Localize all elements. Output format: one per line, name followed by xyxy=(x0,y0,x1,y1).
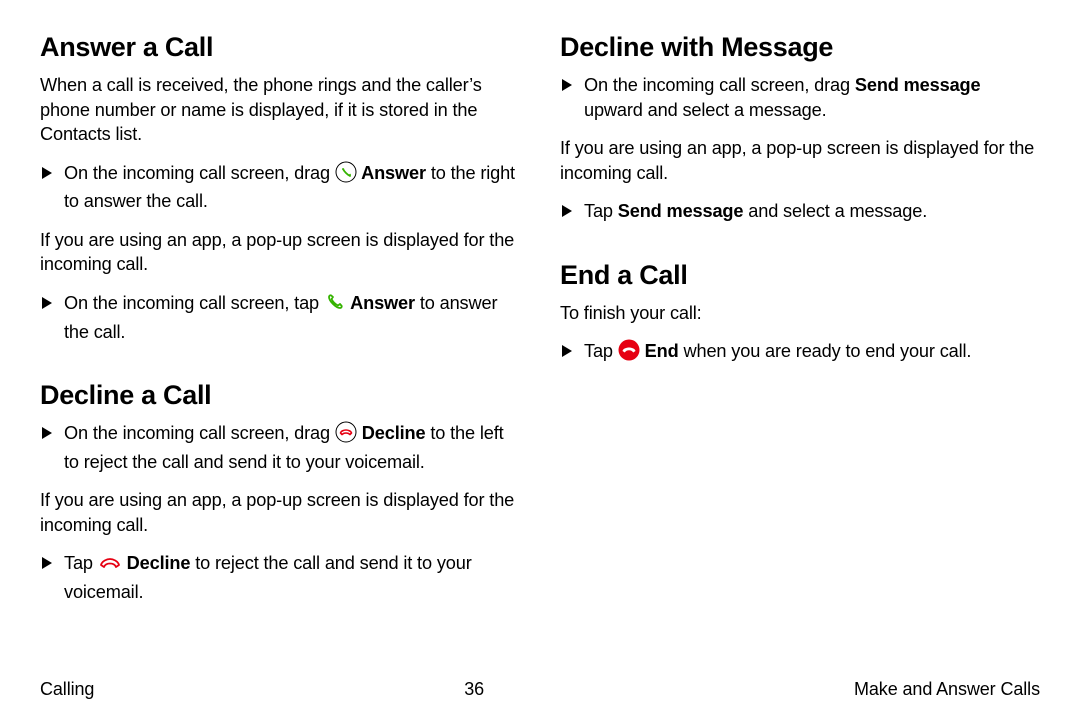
para-popup-note: If you are using an app, a pop-up screen… xyxy=(560,136,1040,185)
text-fragment: On the incoming call screen, drag xyxy=(584,75,855,95)
step-text: Tap Send message and select a message. xyxy=(584,199,927,224)
left-column: Answer a Call When a call is received, t… xyxy=(40,32,520,673)
decline-circle-icon xyxy=(335,421,357,450)
triangle-marker-icon xyxy=(42,557,52,569)
bold-send-message: Send message xyxy=(855,75,981,95)
step-text: On the incoming call screen, tap Answer … xyxy=(64,291,520,344)
bold-decline: Decline xyxy=(122,553,191,573)
step-text: On the incoming call screen, drag Declin… xyxy=(64,421,520,474)
bold-send-message: Send message xyxy=(618,201,744,221)
bold-end: End xyxy=(640,341,679,361)
text-fragment: On the incoming call screen, tap xyxy=(64,293,324,313)
text-fragment: when you are ready to end your call. xyxy=(679,341,972,361)
text-fragment: On the incoming call screen, drag xyxy=(64,163,335,183)
step-text: Tap Decline to reject the call and send … xyxy=(64,551,520,604)
triangle-marker-icon xyxy=(562,79,572,91)
triangle-marker-icon xyxy=(562,205,572,217)
step-text: On the incoming call screen, drag Send m… xyxy=(584,73,1040,122)
text-fragment: and select a message. xyxy=(743,201,927,221)
step-text: Tap End when you are ready to end your c… xyxy=(584,339,971,368)
footer-topic-name: Make and Answer Calls xyxy=(854,679,1040,700)
triangle-marker-icon xyxy=(42,167,52,179)
heading-answer-call: Answer a Call xyxy=(40,32,520,63)
answer-phone-icon xyxy=(324,291,346,320)
answer-circle-icon xyxy=(335,161,357,190)
text-fragment: Tap xyxy=(584,201,618,221)
text-fragment: Tap xyxy=(584,341,618,361)
para-popup-note: If you are using an app, a pop-up screen… xyxy=(40,488,520,537)
step-drag-answer: On the incoming call screen, drag Answer… xyxy=(40,161,520,214)
para-popup-note: If you are using an app, a pop-up screen… xyxy=(40,228,520,277)
heading-decline-call: Decline a Call xyxy=(40,380,520,411)
para-end-intro: To finish your call: xyxy=(560,301,1040,326)
footer-section-name: Calling xyxy=(40,679,94,700)
triangle-marker-icon xyxy=(42,297,52,309)
bold-decline: Decline xyxy=(357,423,426,443)
heading-end-call: End a Call xyxy=(560,260,1040,291)
para-answer-intro: When a call is received, the phone rings… xyxy=(40,73,520,147)
manual-page: Answer a Call When a call is received, t… xyxy=(0,0,1080,720)
decline-phone-icon xyxy=(98,553,122,580)
right-column: Decline with Message On the incoming cal… xyxy=(560,32,1040,673)
step-tap-end: Tap End when you are ready to end your c… xyxy=(560,339,1040,368)
triangle-marker-icon xyxy=(562,345,572,357)
bold-answer: Answer xyxy=(346,293,415,313)
content-columns: Answer a Call When a call is received, t… xyxy=(40,32,1040,673)
bold-answer: Answer xyxy=(357,163,426,183)
page-footer: Calling 36 Make and Answer Calls xyxy=(40,673,1040,700)
triangle-marker-icon xyxy=(42,427,52,439)
footer-page-number: 36 xyxy=(464,679,484,700)
text-fragment: upward and select a message. xyxy=(584,100,827,120)
end-call-icon xyxy=(618,339,640,368)
step-tap-answer: On the incoming call screen, tap Answer … xyxy=(40,291,520,344)
heading-decline-message: Decline with Message xyxy=(560,32,1040,63)
text-fragment: Tap xyxy=(64,553,98,573)
step-drag-send-message: On the incoming call screen, drag Send m… xyxy=(560,73,1040,122)
step-tap-decline: Tap Decline to reject the call and send … xyxy=(40,551,520,604)
step-tap-send-message: Tap Send message and select a message. xyxy=(560,199,1040,224)
text-fragment: On the incoming call screen, drag xyxy=(64,423,335,443)
step-drag-decline: On the incoming call screen, drag Declin… xyxy=(40,421,520,474)
step-text: On the incoming call screen, drag Answer… xyxy=(64,161,520,214)
